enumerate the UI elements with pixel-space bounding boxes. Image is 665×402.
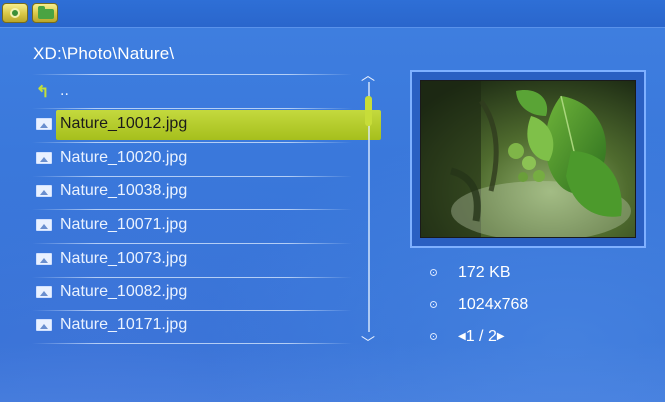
divider <box>32 108 352 109</box>
divider <box>32 243 352 244</box>
image-file-icon <box>36 219 52 231</box>
file-item[interactable]: Nature_10038.jpg <box>32 177 350 207</box>
image-file-icon <box>36 152 52 164</box>
file-item[interactable]: Nature_10073.jpg <box>32 245 350 275</box>
file-name: Nature_10012.jpg <box>60 115 188 132</box>
divider <box>32 74 352 75</box>
current-path: XD:\Photo\Nature\ <box>33 44 175 63</box>
bullet-icon <box>430 333 437 340</box>
page-next-icon[interactable]: ▶ <box>497 331 505 342</box>
file-item[interactable]: Nature_10171.jpg <box>32 311 350 341</box>
parent-folder-item[interactable]: ↰ .. <box>32 77 350 107</box>
file-size: 172 KB <box>458 264 511 281</box>
divider <box>32 209 352 210</box>
image-file-icon <box>36 319 52 331</box>
image-preview <box>420 80 636 238</box>
file-item[interactable]: Nature_10020.jpg <box>32 144 350 174</box>
scrollbar-thumb[interactable] <box>365 96 372 126</box>
photo-browser-screen: XD:\Photo\Nature\ ↰ .. Nature_10012.jpg … <box>0 0 665 402</box>
file-item[interactable]: Nature_10071.jpg <box>32 211 350 241</box>
file-item[interactable]: Nature_10082.jpg <box>32 278 350 308</box>
file-name: Nature_10082.jpg <box>60 283 188 300</box>
image-file-icon <box>36 185 52 197</box>
up-arrow-icon: ↰ <box>36 84 50 101</box>
image-resolution: 1024x768 <box>458 296 529 313</box>
file-item[interactable]: Nature_10012.jpg <box>32 110 381 140</box>
image-file-icon <box>36 118 52 130</box>
folder-icon[interactable] <box>32 3 58 23</box>
file-name: Nature_10038.jpg <box>60 182 188 199</box>
preview-panel <box>410 70 646 248</box>
decorative-background <box>0 342 665 402</box>
page-prev-icon[interactable]: ◀ <box>458 331 466 342</box>
parent-folder-label: .. <box>60 82 69 99</box>
bullet-icon <box>430 301 437 308</box>
settings-icon[interactable] <box>2 3 28 23</box>
file-name: Nature_10071.jpg <box>60 216 188 233</box>
file-name: Nature_10171.jpg <box>60 316 188 333</box>
toolbar <box>0 0 665 28</box>
image-file-icon <box>36 286 52 298</box>
bullet-icon <box>430 269 437 276</box>
file-name: Nature_10020.jpg <box>60 149 188 166</box>
image-file-icon <box>36 253 52 265</box>
file-name: Nature_10073.jpg <box>60 250 188 267</box>
divider <box>32 142 352 143</box>
